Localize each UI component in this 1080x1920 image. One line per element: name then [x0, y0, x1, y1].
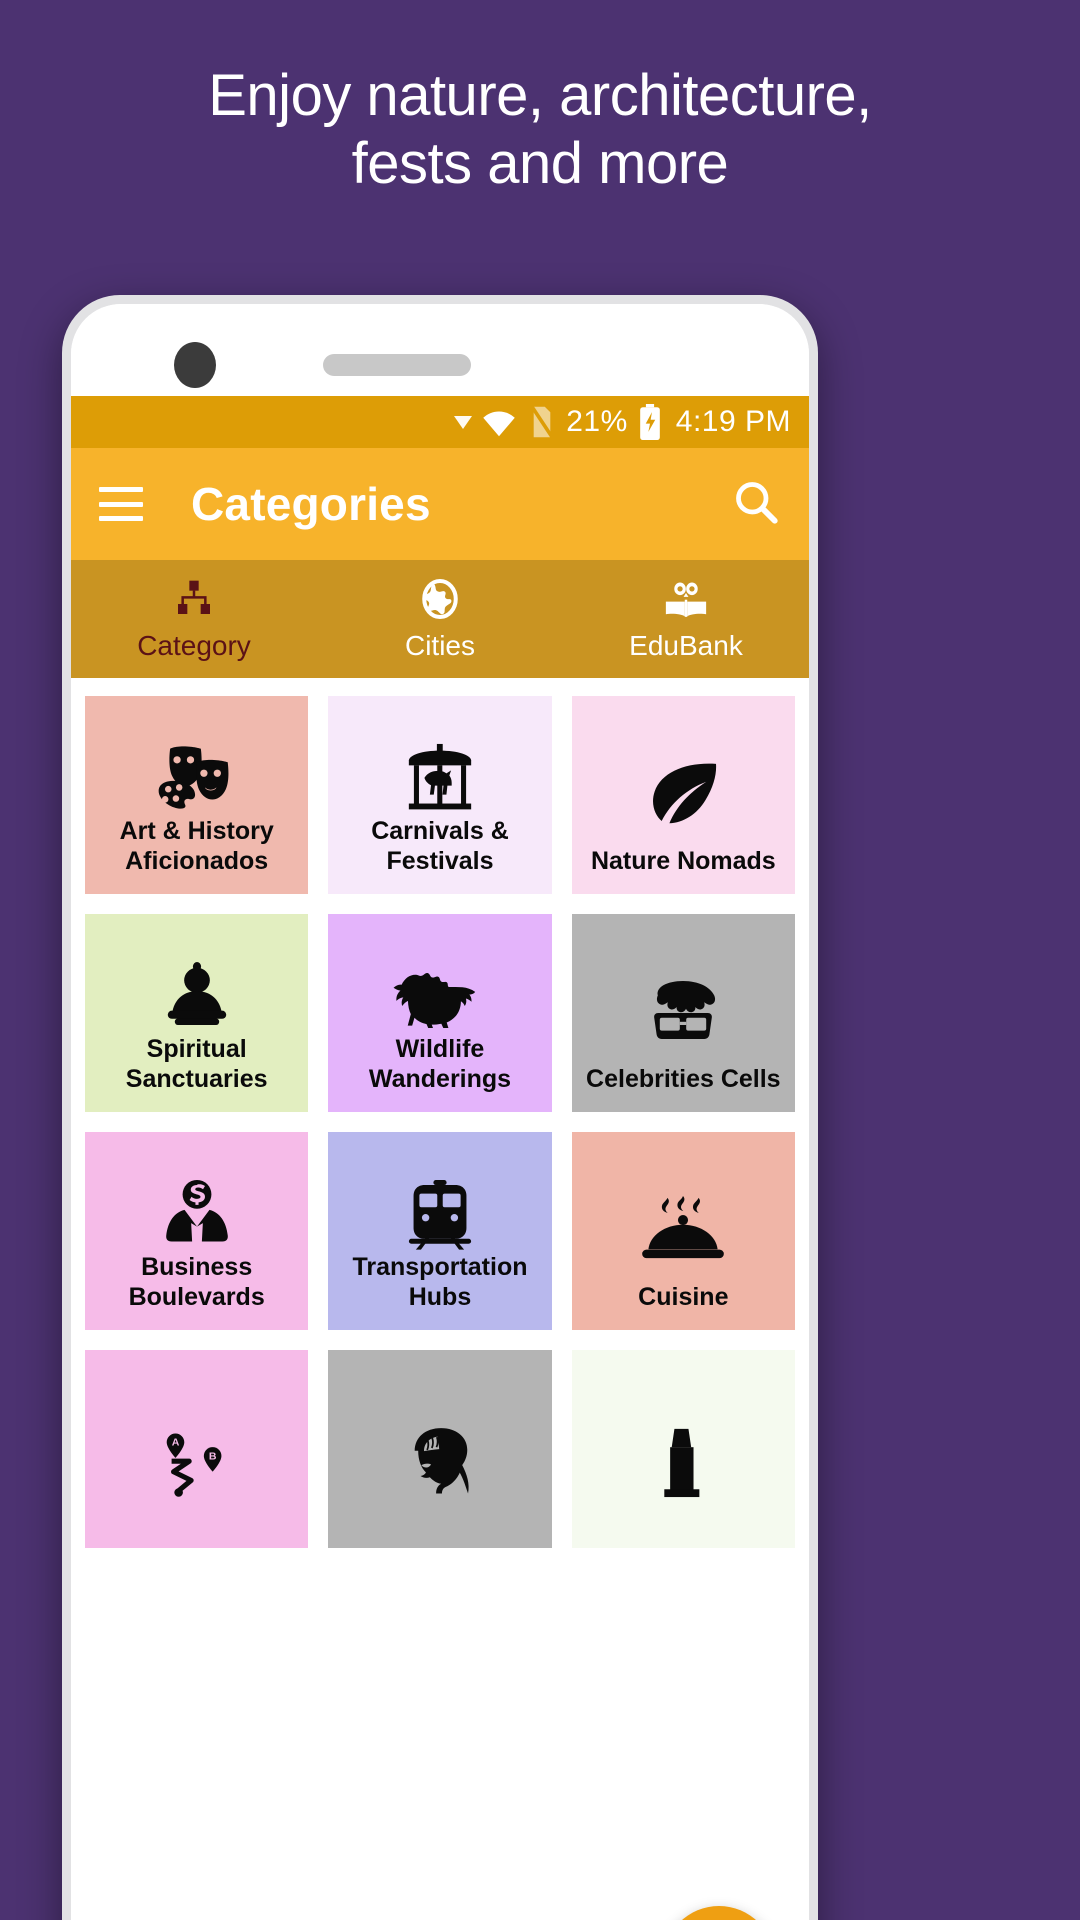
category-card-history-warriors[interactable] [328, 1350, 552, 1548]
category-card-nature-nomads[interactable]: Nature Nomads [571, 696, 795, 894]
battery-charging-icon [638, 404, 662, 440]
category-card-art-history[interactable]: Art & History Aficionados [85, 696, 309, 894]
phone-mockup: 21% 4:19 PM Categories Category Cities E… [62, 295, 818, 1920]
wifi-icon [480, 407, 518, 437]
buddha-icon [95, 958, 298, 1035]
theater-masks-palette-icon [95, 740, 298, 817]
tab-bar: Category Cities EduBank [71, 560, 809, 678]
leaf-icon [582, 740, 785, 847]
front-camera-icon [174, 342, 216, 388]
tab-edubank-label: EduBank [629, 630, 743, 661]
category-card-celebrities-cells[interactable]: Celebrities Cells [571, 914, 795, 1112]
app-toolbar: Categories [71, 448, 809, 560]
food-cloche-icon [582, 1176, 785, 1283]
tab-cities-label: Cities [404, 630, 475, 661]
lion-icon [338, 958, 541, 1035]
category-label: Art & History Aficionados [119, 817, 274, 875]
owl-book-icon [662, 576, 710, 622]
category-card-cuisine[interactable]: Cuisine [571, 1132, 795, 1330]
spartan-helmet-icon [338, 1394, 541, 1530]
search-icon[interactable] [731, 477, 781, 532]
category-label: Wildlife Wanderings [368, 1035, 512, 1093]
earpiece-speaker [323, 354, 471, 376]
category-card-spiritual-sanctuaries[interactable]: Spiritual Sanctuaries [85, 914, 309, 1112]
page-title: Categories [191, 478, 431, 530]
monument-icon [582, 1394, 785, 1530]
category-label: Spiritual Sanctuaries [125, 1035, 268, 1093]
category-label: Carnivals & Festivals [371, 817, 509, 875]
tab-edubank[interactable]: EduBank [563, 560, 809, 678]
carousel-icon [338, 740, 541, 817]
tab-cities[interactable]: Cities [317, 560, 563, 678]
promo-line-2: fests and more [351, 131, 729, 197]
category-card-monuments[interactable] [571, 1350, 795, 1548]
phone-screen-area: 21% 4:19 PM Categories Category Cities E… [71, 304, 809, 1920]
globe-icon [419, 576, 461, 622]
category-label: Nature Nomads [590, 846, 776, 875]
category-label: Celebrities Cells [586, 1064, 781, 1093]
celebrity-face-icon [582, 958, 785, 1065]
sim-off-icon [528, 404, 556, 440]
train-icon [338, 1176, 541, 1253]
tab-category[interactable]: Category [71, 560, 317, 678]
promo-line-1: Enjoy nature, architecture, [208, 63, 872, 128]
phone-bezel-top [71, 304, 809, 396]
category-card-transportation-hubs[interactable]: Transportation Hubs [328, 1132, 552, 1330]
battery-percent-label: 21% [566, 405, 628, 438]
status-bar: 21% 4:19 PM [71, 396, 809, 448]
floating-action-button[interactable] [663, 1906, 775, 1920]
route-a-to-b-icon: A B [95, 1394, 298, 1530]
dropdown-arrow-icon [454, 415, 473, 429]
category-card-carnivals-festivals[interactable]: Carnivals & Festivals [328, 696, 552, 894]
category-label: Cuisine [638, 1282, 729, 1311]
clock-label: 4:19 PM [675, 405, 791, 438]
hierarchy-icon [173, 576, 215, 622]
svg-text:A: A [171, 1437, 179, 1449]
promo-headline: Enjoy nature, architecture, fests and mo… [0, 62, 1080, 199]
tab-category-label: Category [137, 630, 251, 661]
category-label: Transportation Hubs [352, 1253, 528, 1311]
hamburger-menu-icon[interactable] [99, 487, 143, 521]
svg-text:B: B [208, 1450, 216, 1462]
category-card-routes[interactable]: A B [85, 1350, 309, 1548]
category-card-wildlife-wanderings[interactable]: Wildlife Wanderings [328, 914, 552, 1112]
category-label: Business Boulevards [128, 1253, 265, 1311]
app-screen: 21% 4:19 PM Categories Category Cities E… [71, 396, 809, 1920]
category-grid: Art & History Aficionados Carnivals & Fe… [71, 678, 809, 1548]
category-card-business-boulevards[interactable]: Business Boulevards [85, 1132, 309, 1330]
businessman-dollar-icon [95, 1176, 298, 1253]
